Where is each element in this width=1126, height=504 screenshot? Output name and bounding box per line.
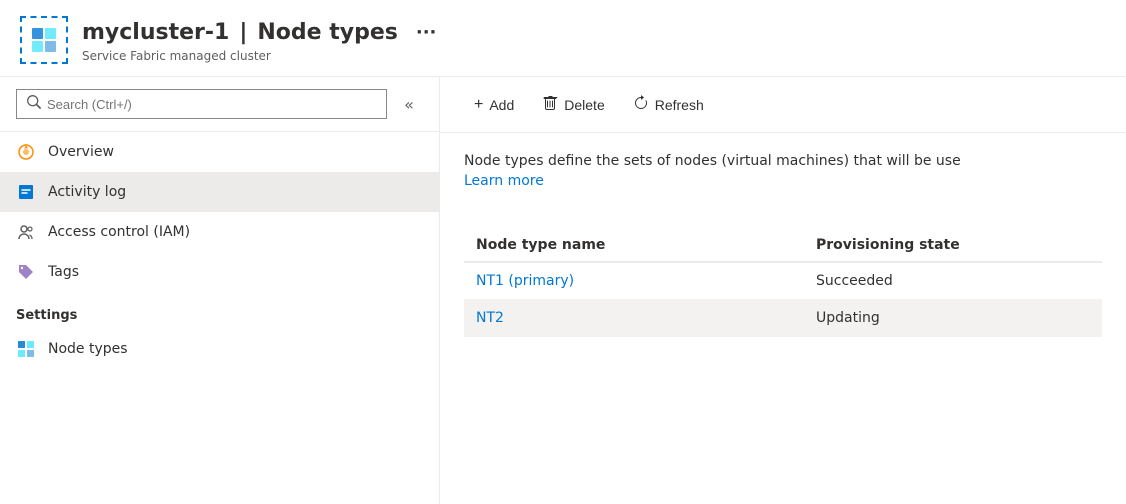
collapse-sidebar-button[interactable]: « xyxy=(395,90,423,118)
search-input-wrap[interactable] xyxy=(16,89,387,119)
tags-icon xyxy=(16,262,36,282)
sidebar-item-label-node-types: Node types xyxy=(48,341,128,357)
sidebar-item-access-control[interactable]: Access control (IAM) xyxy=(0,212,439,252)
node-types-icon xyxy=(16,339,36,359)
refresh-icon xyxy=(633,95,649,114)
sidebar-item-activity-log[interactable]: Activity log xyxy=(0,172,439,212)
overview-icon xyxy=(16,142,36,162)
node-types-table: Node type name Provisioning state NT1 (p… xyxy=(464,229,1102,337)
add-button[interactable]: + Add xyxy=(460,88,528,122)
provisioning-state-nt1: Succeeded xyxy=(804,262,1102,300)
sidebar-item-label-access-control: Access control (IAM) xyxy=(48,224,190,240)
sidebar-item-overview[interactable]: Overview xyxy=(0,132,439,172)
table-header: Node type name Provisioning state xyxy=(464,229,1102,262)
cluster-name: mycluster-1 xyxy=(82,20,229,45)
header-subtitle: Service Fabric managed cluster xyxy=(82,49,444,63)
node-type-name-nt2[interactable]: NT2 xyxy=(464,300,804,337)
header: mycluster-1 | Node types ··· Service Fab… xyxy=(0,0,1126,77)
content-area: Node types define the sets of nodes (vir… xyxy=(440,133,1126,504)
provisioning-state-nt2: Updating xyxy=(804,300,1102,337)
search-input[interactable] xyxy=(47,97,376,112)
learn-more-link[interactable]: Learn more xyxy=(464,173,544,189)
delete-button[interactable]: Delete xyxy=(528,87,618,122)
page-name: Node types xyxy=(257,20,397,45)
sidebar-item-label-overview: Overview xyxy=(48,144,114,160)
header-menu-button[interactable]: ··· xyxy=(408,18,445,47)
col-header-node-type-name: Node type name xyxy=(464,229,804,262)
sidebar-item-tags[interactable]: Tags xyxy=(0,252,439,292)
search-icon xyxy=(27,95,41,113)
main-layout: « Overview xyxy=(0,77,1126,504)
col-header-provisioning-state: Provisioning state xyxy=(804,229,1102,262)
sidebar-item-node-types[interactable]: Node types xyxy=(0,329,439,369)
table-body: NT1 (primary) Succeeded NT2 Updating xyxy=(464,262,1102,337)
cluster-icon xyxy=(20,16,68,64)
search-bar: « xyxy=(0,77,439,132)
delete-icon xyxy=(542,95,558,114)
header-text: mycluster-1 | Node types ··· Service Fab… xyxy=(82,18,444,63)
refresh-button[interactable]: Refresh xyxy=(619,87,718,122)
content-panel: + Add Delete xyxy=(440,77,1126,504)
description-text: Node types define the sets of nodes (vir… xyxy=(464,153,1102,169)
sidebar-item-label-activity-log: Activity log xyxy=(48,184,126,200)
toolbar: + Add Delete xyxy=(440,77,1126,133)
add-icon: + xyxy=(474,96,483,114)
node-type-name-nt1[interactable]: NT1 (primary) xyxy=(464,262,804,300)
table-row[interactable]: NT1 (primary) Succeeded xyxy=(464,262,1102,300)
title-separator: | xyxy=(239,20,247,45)
sidebar: « Overview xyxy=(0,77,440,504)
access-control-icon xyxy=(16,222,36,242)
settings-section-header: Settings xyxy=(0,292,439,329)
page-title: mycluster-1 | Node types ··· xyxy=(82,18,444,47)
table-row[interactable]: NT2 Updating xyxy=(464,300,1102,337)
app-container: mycluster-1 | Node types ··· Service Fab… xyxy=(0,0,1126,504)
sidebar-item-label-tags: Tags xyxy=(48,264,79,280)
activity-log-icon xyxy=(16,182,36,202)
